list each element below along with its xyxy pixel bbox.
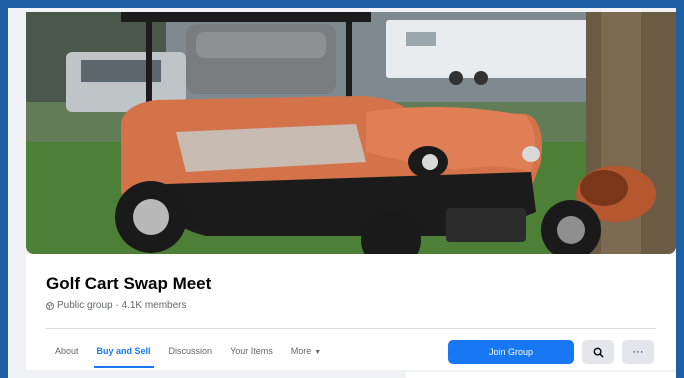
group-meta-text[interactable]: Public group · 4.1K members	[57, 300, 187, 311]
search-button[interactable]	[582, 340, 614, 364]
group-title: Golf Cart Swap Meet	[46, 274, 212, 293]
caret-down-icon: ▼	[314, 349, 322, 356]
search-icon	[593, 347, 604, 358]
more-options-button[interactable]: ···	[622, 340, 654, 364]
tab-label: Buy and Sell	[96, 346, 151, 356]
tab-more[interactable]: More ▼	[282, 338, 330, 368]
ellipsis-icon: ···	[632, 346, 644, 358]
group-header: Golf Cart Swap Meet Public group · 4.1K …	[26, 254, 676, 378]
tab-your-items[interactable]: Your Items	[221, 338, 282, 368]
tab-buy-and-sell[interactable]: Buy and Sell	[88, 338, 160, 368]
header-actions: Join Group ···	[448, 340, 654, 364]
side-card	[406, 372, 676, 378]
tab-label: Your Items	[230, 346, 273, 356]
tab-label: Discussion	[168, 346, 213, 356]
tab-about[interactable]: About	[46, 338, 88, 368]
header-divider	[46, 328, 656, 329]
feed-area	[26, 370, 676, 378]
globe-icon	[46, 301, 54, 310]
tab-label: More	[290, 346, 312, 356]
page-frame: Golf Cart Swap Meet Public group · 4.1K …	[8, 8, 676, 378]
tab-discussion[interactable]: Discussion	[160, 338, 222, 368]
join-group-button[interactable]: Join Group	[448, 340, 574, 364]
group-tabs: About Buy and Sell Discussion Your Items…	[46, 338, 330, 368]
cover-photo[interactable]	[26, 12, 676, 254]
group-meta: Public group · 4.1K members	[46, 300, 187, 311]
tab-label: About	[55, 346, 79, 356]
cover-image-golf-cart	[26, 12, 676, 254]
